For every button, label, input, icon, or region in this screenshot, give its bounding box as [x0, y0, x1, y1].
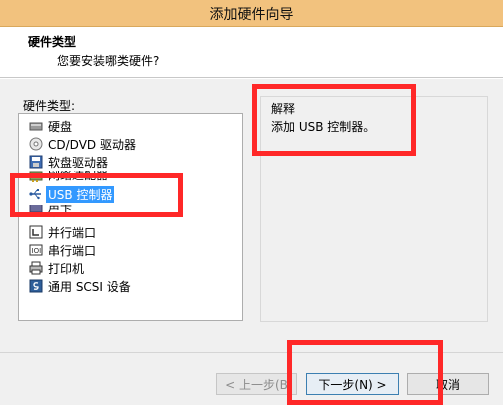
hardware-type-label: 硬件类型: [23, 99, 76, 113]
hard-disk-icon [29, 119, 43, 133]
list-item-usb-controller[interactable]: USB 控制器 [29, 185, 115, 203]
list-item-parallel-port[interactable]: 并行端口 [29, 223, 98, 241]
network-adapter-icon [29, 171, 43, 183]
cancel-button[interactable]: 取消 [407, 373, 489, 395]
cd-dvd-icon [29, 137, 43, 151]
list-item-hard-disk[interactable]: 硬盘 [29, 117, 74, 135]
sound-card-icon [29, 205, 43, 215]
header-title: 硬件类型 [28, 35, 77, 49]
list-item-label: 声卡 [48, 205, 73, 214]
list-item-cd-dvd[interactable]: CD/DVD 驱动器 [29, 135, 138, 153]
list-item-sound-card[interactable]: 声卡 [29, 205, 74, 215]
serial-port-icon: IOI [29, 243, 43, 257]
description-title: 解释 [271, 102, 296, 116]
svg-text:IOI: IOI [32, 247, 42, 255]
description-text: 添加 USB 控制器。 [271, 120, 376, 134]
list-item-label: CD/DVD 驱动器 [48, 137, 136, 152]
hardware-type-list[interactable]: 硬盘 CD/DVD 驱动器 软盘驱动器 网络适配器 USB 控制器 声卡 并行端… [18, 113, 243, 321]
title-bar: 添加硬件向导 [0, 0, 503, 27]
list-item-floppy[interactable]: 软盘驱动器 [29, 153, 110, 171]
list-item-label: 网络适配器 [48, 171, 109, 182]
list-item-printer[interactable]: 打印机 [29, 259, 86, 277]
list-item-label: 并行端口 [48, 225, 97, 240]
footer-divider [0, 352, 503, 353]
list-item-label: 硬盘 [48, 119, 73, 134]
scsi-icon [29, 279, 43, 293]
list-item-network-adapter[interactable]: 网络适配器 [29, 171, 110, 183]
list-item-label: 打印机 [48, 261, 85, 276]
printer-icon [29, 261, 43, 275]
header-divider [0, 78, 503, 79]
list-item-serial-port[interactable]: IOI 串行端口 [29, 241, 98, 259]
floppy-icon [29, 155, 43, 169]
list-item-label: USB 控制器 [46, 185, 115, 203]
description-group: 解释 添加 USB 控制器。 [260, 96, 488, 322]
next-button[interactable]: 下一步(N) > [306, 373, 399, 395]
list-item-label: 软盘驱动器 [48, 155, 109, 170]
usb-icon [29, 187, 43, 201]
parallel-port-icon [29, 225, 43, 239]
back-button[interactable]: < 上一步(B [216, 373, 297, 395]
list-item-label: 通用 SCSI 设备 [48, 279, 131, 294]
wizard-header: 硬件类型 您要安装哪类硬件? [0, 27, 503, 78]
window-title: 添加硬件向导 [209, 7, 294, 23]
list-item-label: 串行端口 [48, 243, 97, 258]
header-subtitle: 您要安装哪类硬件? [57, 54, 160, 68]
list-item-scsi[interactable]: 通用 SCSI 设备 [29, 277, 133, 295]
